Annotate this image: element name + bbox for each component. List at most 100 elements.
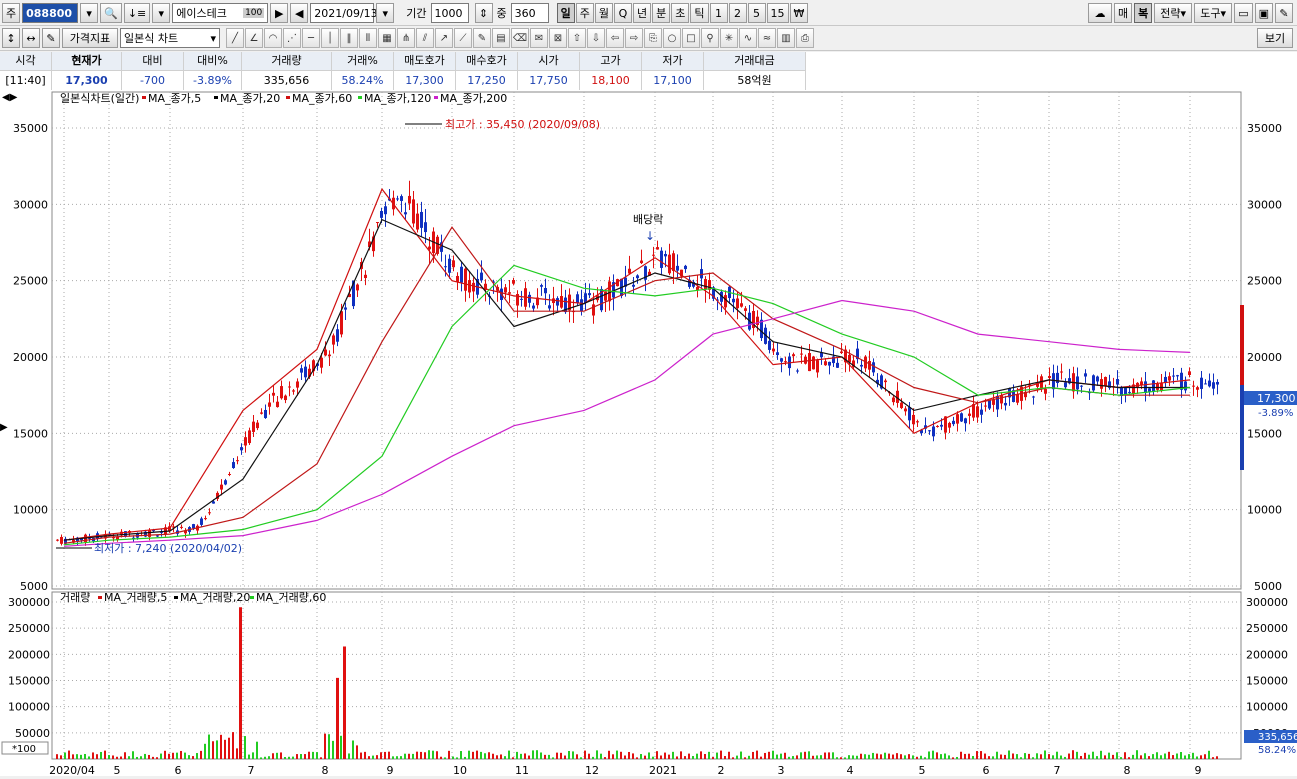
cloud-icon[interactable]: ☁ [1087,3,1112,23]
date-dropdown-icon[interactable]: ▾ [376,3,395,23]
volume-bar [908,754,910,759]
period-button-5[interactable]: 분 [652,3,671,23]
trend-tool-icon[interactable]: ↗ [435,28,453,48]
vertical-arrows-icon[interactable]: ↕ [2,28,20,48]
sort-icon[interactable]: ↓≡ [123,3,151,23]
folder-icon[interactable]: ▭ [1234,3,1253,23]
code-dropdown-icon[interactable]: ▾ [80,3,99,23]
price-volume-chart[interactable]: 35000 3500030000 3000025000 2500020000 20000… [0,90,1297,777]
channel-tool-icon[interactable]: ⫽ [416,28,434,48]
volume-bar [780,753,782,759]
period-button-6[interactable]: 초 [671,3,690,23]
line-tool-icon[interactable]: ╱ [226,28,244,48]
play-forward-icon[interactable]: ▶ [270,3,289,23]
circle-tool-icon[interactable]: ○ [663,28,681,48]
candle-body [480,272,483,281]
spin-icon[interactable]: ⇕ [474,3,493,23]
view-button[interactable]: 보기 [1257,28,1293,48]
period-button-12[interactable]: ₩ [789,3,809,23]
hline-tool-icon[interactable]: ─ [302,28,320,48]
volume-bar [628,751,630,759]
image-tool-icon[interactable]: ⊠ [549,28,567,48]
period-button-10[interactable]: 5 [747,3,766,23]
volume-bar [1128,757,1130,759]
bar-grid-tool-icon[interactable]: ‖ [340,28,358,48]
down-tool-icon[interactable]: ⇩ [587,28,605,48]
period-button-1[interactable]: 주 [575,3,594,23]
print-icon-icon[interactable]: ⎙ [796,28,814,48]
mid-input[interactable]: 360 [510,3,549,23]
volume-tick-left: 50000 [15,727,50,740]
palette-tool-icon[interactable]: ▤ [492,28,510,48]
volume-bar [1104,755,1106,759]
date-input[interactable]: 2021/09/13 [310,3,378,23]
chart-icon-icon[interactable]: ▥ [777,28,795,48]
period-input[interactable]: 1000 [430,3,469,23]
compound-button[interactable]: 복 [1134,3,1153,23]
zoom-tool-icon[interactable]: ⚲ [701,28,719,48]
arc-tool-icon[interactable]: ◠ [264,28,282,48]
period-button-3[interactable]: Q [614,3,633,23]
period-button-4[interactable]: 년 [633,3,652,23]
menu-dropdown-icon[interactable]: ▾ [152,3,171,23]
note-tool-icon[interactable]: ✉ [530,28,548,48]
wave-tool-icon[interactable]: ∿ [739,28,757,48]
chart-area[interactable]: 35000 35000 30000 30000 25000 25000 20000 20000… [0,90,1297,777]
angle-tool-icon[interactable]: ∠ [245,28,263,48]
vline-tool-icon[interactable]: │ [321,28,339,48]
eraser-tool-icon[interactable]: ⌫ [511,28,529,48]
candle-body [1092,375,1095,391]
period-button-7[interactable]: 틱 [690,3,709,23]
volume-bar [852,755,854,759]
period-button-8[interactable]: 1 [709,3,728,23]
save-icon[interactable]: ▣ [1254,3,1273,23]
horizontal-arrows-icon[interactable]: ↔ [22,28,40,48]
trade-button[interactable]: 매 [1113,3,1133,23]
period-button-0[interactable]: 일 [556,3,575,23]
up-tool-icon[interactable]: ⇧ [568,28,586,48]
period-button-2[interactable]: 월 [594,3,614,23]
edit-icon[interactable]: ✎ [42,28,60,48]
play-back-icon[interactable]: ◀ [290,3,309,23]
tools-button[interactable]: 도구 ▾ [1194,3,1233,23]
volume-bar [556,752,558,759]
parallel-tool-icon[interactable]: ⟋ [454,28,472,48]
candle-body [264,409,267,419]
right-tool-icon[interactable]: ⇨ [625,28,643,48]
pencil-tool-icon[interactable]: ✎ [473,28,491,48]
quote-value: -700 [140,74,165,87]
candle-body [452,260,455,268]
volume-bar [580,757,582,759]
volume-bar [1100,750,1102,759]
table-tool-icon[interactable]: ▦ [378,28,396,48]
volume-pct-tag: 58.24% [1258,745,1296,756]
fan-tool-icon[interactable]: ⋰ [283,28,301,48]
period-button-11[interactable]: 15 [766,3,789,23]
rect-tool-icon[interactable]: □ [682,28,700,48]
clip-tool-icon[interactable]: ⎘ [644,28,662,48]
market-select[interactable]: 주 [2,3,21,23]
fork-tool-icon[interactable]: ⋔ [397,28,415,48]
volume-bar [100,751,102,759]
period-button-9[interactable]: 2 [728,3,747,23]
bar-grid2-tool-icon[interactable]: ⦀ [359,28,377,48]
volume-bar [960,751,962,759]
indicator-button[interactable]: 가격지표 [62,28,118,48]
candle-body [324,349,327,356]
volume-bar [1016,754,1018,759]
cross-tool-icon[interactable]: ✳ [720,28,738,48]
candle-body [576,294,579,303]
stock-code-input[interactable]: 088800 [22,3,79,23]
search-icon[interactable]: 🔍 [100,3,122,23]
left-tool-icon[interactable]: ⇦ [606,28,624,48]
chart-type-select[interactable]: 일본식 차트 ▾ [120,28,220,48]
volume-tick-right: 250000 [1246,622,1288,635]
stock-name-field[interactable]: 에이스테크 100 [172,3,269,23]
candle-body [1200,377,1203,389]
price-ma-legend-label: MA_종가,200 [440,92,507,105]
settings-icon[interactable]: ✎ [1275,3,1293,23]
wave2-tool-icon[interactable]: ≈ [758,28,776,48]
volume-bar [856,755,858,759]
strategy-button[interactable]: 전략 ▾ [1154,3,1193,23]
tools-label: 도구 [1200,7,1221,20]
